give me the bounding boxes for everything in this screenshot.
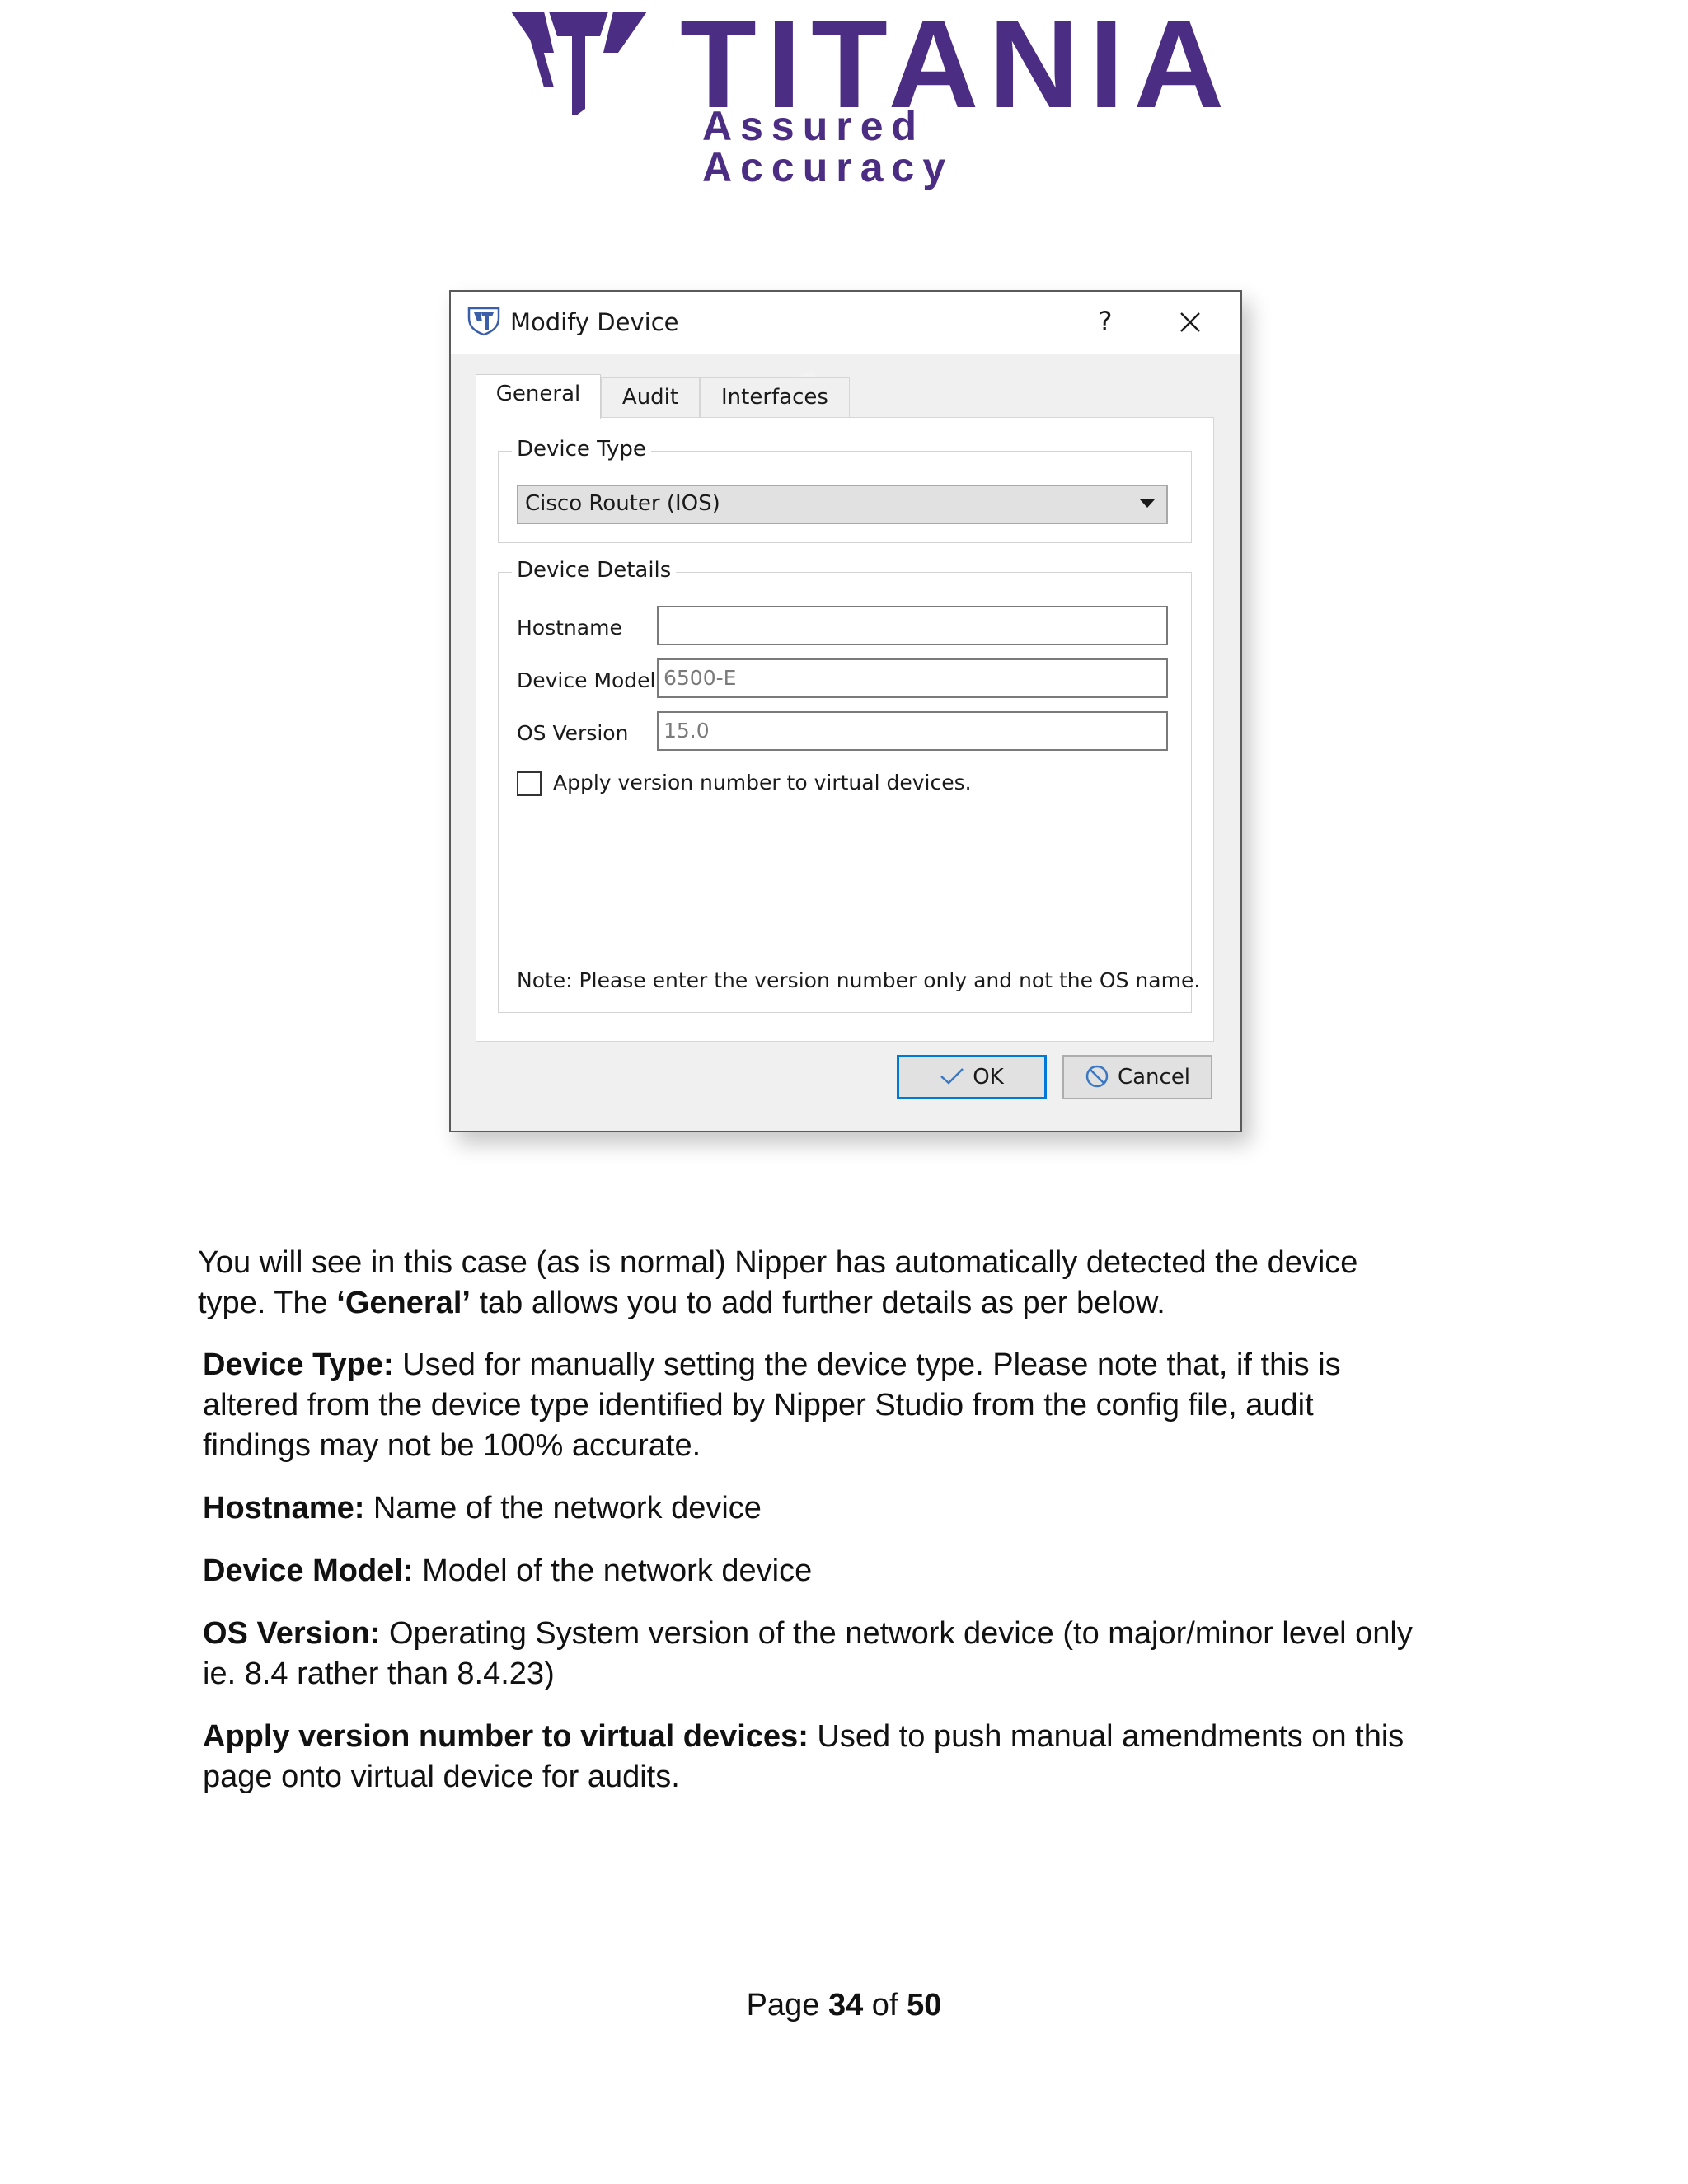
app-shield-icon [467, 307, 500, 336]
description-line: Hostname: Name of the network device [203, 1488, 1497, 1529]
checkmark-icon [940, 1067, 964, 1085]
device-model-label: Device Model [517, 668, 656, 692]
tab-general[interactable]: General [476, 374, 601, 419]
total-pages: 50 [907, 1988, 942, 2022]
apply-version-checkbox[interactable] [517, 771, 542, 796]
description-line: OS Version: Operating System version of … [203, 1614, 1497, 1654]
description-term: Device Model: [203, 1554, 414, 1588]
device-type-select[interactable]: Cisco Router (IOS) [517, 485, 1168, 524]
os-version-input[interactable]: 15.0 [657, 711, 1168, 751]
description-line: findings may not be 100% accurate. [203, 1428, 701, 1463]
device-model-description: Device Model: Model of the network devic… [203, 1551, 1497, 1591]
description-line: Device Type: Used for manually setting t… [203, 1345, 1497, 1385]
description-term: Apply version number to virtual devices: [203, 1719, 809, 1754]
apply-version-description: Apply version number to virtual devices:… [203, 1717, 1497, 1797]
apply-version-checkbox-label: Apply version number to virtual devices. [553, 771, 972, 794]
cancel-button-label: Cancel [1117, 1065, 1191, 1090]
os-version-label: OS Version [517, 721, 629, 745]
tab-interfaces[interactable]: Interfaces [700, 377, 850, 419]
description-text: Operating System version of the network … [380, 1616, 1413, 1651]
description-line: Device Model: Model of the network devic… [203, 1551, 1497, 1591]
titania-logo: TITANIA Assured Accuracy [511, 2, 1224, 188]
modify-device-dialog: Modify Device ? General Audit Interfaces… [449, 290, 1242, 1132]
brand-tagline: Assured Accuracy [702, 103, 954, 190]
device-model-input[interactable]: 6500-E [657, 658, 1168, 698]
help-button[interactable]: ? [1089, 303, 1122, 340]
ok-button-label: OK [973, 1065, 1004, 1090]
description-text: Used for manually setting the device typ… [393, 1347, 1341, 1382]
description-line: altered from the device type identified … [203, 1388, 1314, 1422]
os-version-description: OS Version: Operating System version of … [203, 1614, 1497, 1694]
device-details-group: Device Details Hostname Device Model 650… [498, 558, 1200, 1013]
description-text: Used to push manual amendments on this [808, 1719, 1404, 1754]
description-term: OS Version: [203, 1616, 381, 1651]
device-type-description: Device Type: Used for manually setting t… [203, 1345, 1497, 1466]
intro-line-2-a: type. The [198, 1286, 337, 1320]
device-type-selected-value: Cisco Router (IOS) [525, 491, 720, 516]
description-text: Model of the network device [413, 1554, 813, 1588]
description-text: Name of the network device [364, 1491, 762, 1526]
intro-line-2: type. The ‘General’ tab allows you to ad… [198, 1283, 1500, 1324]
page-middle: of [863, 1988, 907, 2022]
description-line: Apply version number to virtual devices:… [203, 1717, 1497, 1757]
version-note: Note: Please enter the version number on… [517, 968, 1201, 992]
device-type-legend: Device Type [512, 437, 651, 462]
description-term: Hostname: [203, 1491, 365, 1526]
general-tab-panel: Device Type Cisco Router (IOS) Device De… [476, 417, 1214, 1042]
titania-logo-mark [511, 12, 647, 115]
intro-line-2-c: tab allows you to add further details as… [470, 1286, 1165, 1320]
intro-line-1: You will see in this case (as is normal)… [198, 1245, 1358, 1280]
tab-audit[interactable]: Audit [601, 377, 700, 419]
intro-paragraph: You will see in this case (as is normal)… [198, 1243, 1500, 1324]
page-number: Page 34 of 50 [0, 1988, 1688, 2023]
current-page: 34 [828, 1988, 864, 2022]
device-type-group: Device Type Cisco Router (IOS) [498, 437, 1192, 543]
dialog-titlebar: Modify Device ? [451, 292, 1240, 354]
ok-button[interactable]: OK [897, 1055, 1047, 1099]
hostname-input[interactable] [657, 606, 1168, 645]
description-line: ie. 8.4 rather than 8.4.23) [203, 1657, 555, 1691]
hostname-description: Hostname: Name of the network device [203, 1488, 1497, 1529]
dialog-title: Modify Device [510, 308, 679, 336]
device-details-legend: Device Details [512, 558, 677, 583]
description-line: page onto virtual device for audits. [203, 1760, 680, 1794]
chevron-down-icon [1140, 499, 1155, 508]
general-tab-term: ‘General’ [336, 1286, 471, 1320]
cancel-icon [1085, 1065, 1109, 1087]
close-icon[interactable] [1175, 307, 1206, 338]
hostname-label: Hostname [517, 616, 622, 640]
cancel-button[interactable]: Cancel [1062, 1055, 1212, 1099]
description-term: Device Type: [203, 1347, 394, 1382]
page-prefix: Page [746, 1988, 828, 2022]
